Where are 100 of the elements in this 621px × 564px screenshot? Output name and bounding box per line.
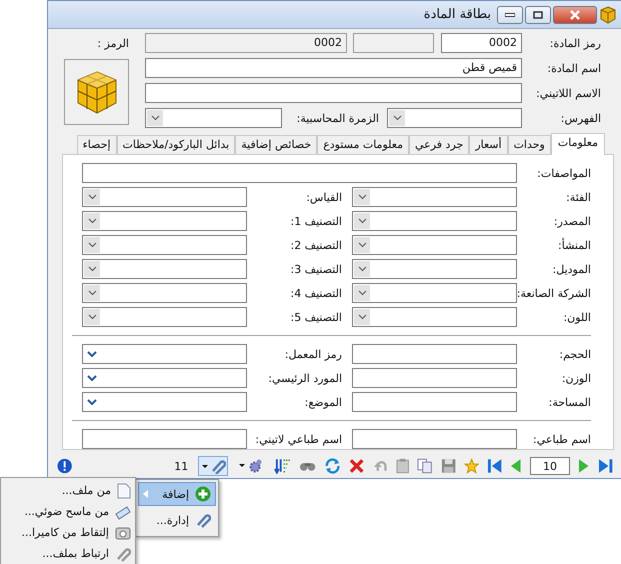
tab[interactable]: وحدات	[508, 135, 551, 154]
paste-icon[interactable]	[396, 458, 410, 474]
dropdown-button[interactable]	[84, 213, 100, 229]
dropdown-field[interactable]	[82, 283, 247, 303]
dropdown-button[interactable]	[84, 237, 100, 253]
minimize-button[interactable]	[497, 6, 523, 24]
attachment-button[interactable]	[198, 456, 228, 476]
menu-item[interactable]: إضافة	[138, 482, 216, 506]
text-field[interactable]	[82, 429, 247, 449]
tab[interactable]: أسعار	[469, 135, 508, 154]
paperclip-icon	[195, 512, 211, 528]
save-icon[interactable]	[440, 458, 456, 474]
menu-item[interactable]: من ملف...	[5, 480, 131, 501]
latin-name-field[interactable]	[145, 83, 522, 103]
menu-item[interactable]: ارتباط بملف...	[5, 543, 131, 564]
chevron-icon	[87, 375, 97, 382]
tab[interactable]: بدائل الباركود/ملاحظات	[116, 135, 236, 154]
maximize-button[interactable]	[525, 6, 551, 24]
dropdown-field[interactable]	[82, 211, 247, 231]
chevron-icon	[87, 351, 97, 358]
text-field[interactable]	[352, 429, 517, 449]
dropdown-field[interactable]	[352, 211, 517, 231]
text-field[interactable]	[352, 344, 517, 364]
dropdown-button[interactable]	[354, 213, 370, 229]
caret-down-icon	[88, 314, 96, 320]
field-label: رمز المادة:	[548, 36, 602, 50]
camera-icon	[115, 526, 131, 540]
dropdown-button[interactable]	[354, 189, 370, 205]
field-label: المورد الرئيسي:	[267, 372, 343, 384]
dropdown-field[interactable]	[82, 368, 247, 388]
tab[interactable]: خصائص إضافية	[235, 135, 318, 154]
caret-down-icon	[88, 266, 96, 272]
menu-item[interactable]: من ماسح ضوئي...	[5, 501, 131, 522]
dropdown-button[interactable]	[354, 285, 370, 301]
caret-down-icon	[358, 218, 366, 224]
next-icon[interactable]	[578, 458, 590, 474]
info-icon[interactable]	[57, 458, 72, 474]
caret-down-icon	[150, 115, 160, 121]
caret-down-icon	[358, 242, 366, 248]
dropdown-button[interactable]	[84, 285, 100, 301]
document-icon	[117, 482, 131, 498]
index-dropdown[interactable]	[387, 108, 522, 128]
dropdown-field[interactable]	[82, 259, 247, 279]
previous-icon[interactable]	[510, 458, 522, 474]
tab[interactable]: معلومات مستودع	[317, 135, 409, 154]
dropdown-button[interactable]	[354, 261, 370, 277]
dropdown-field[interactable]	[82, 187, 247, 207]
dropdown-button[interactable]	[354, 309, 370, 325]
dropdown-field[interactable]	[82, 307, 247, 327]
copy-icon[interactable]	[417, 458, 433, 474]
refresh-icon[interactable]	[324, 458, 342, 474]
field-label: التصنيف 2:	[289, 238, 343, 252]
menu-item[interactable]: إدارة...	[138, 508, 216, 532]
close-button[interactable]	[553, 6, 597, 24]
first-record-icon[interactable]	[487, 458, 502, 474]
field-label: المصدر:	[552, 214, 591, 228]
binoculars-icon[interactable]	[298, 460, 316, 472]
dropdown-field[interactable]	[82, 344, 247, 364]
add-icon	[195, 486, 211, 502]
sort-icon[interactable]	[274, 458, 291, 474]
text-field[interactable]	[352, 368, 517, 388]
dropdown-button[interactable]	[354, 237, 370, 253]
field-label: التصنيف 1:	[289, 214, 343, 228]
dropdown-button[interactable]	[84, 309, 100, 325]
tab[interactable]: إحصاء	[76, 135, 117, 154]
window-title: بطاقة المادة	[422, 7, 492, 22]
dropdown-field[interactable]	[352, 283, 517, 303]
record-number-field[interactable]: 10	[530, 457, 570, 475]
code-field[interactable]: 0002	[441, 33, 522, 53]
dropdown-field[interactable]	[352, 307, 517, 327]
tab[interactable]: جرد فرعي	[408, 135, 470, 154]
dropdown-button[interactable]	[147, 110, 163, 126]
dropdown-field[interactable]	[82, 392, 247, 412]
field-label: اسم المادة:	[546, 62, 602, 74]
dropdown-field[interactable]	[82, 235, 247, 255]
caret-down-icon	[88, 290, 96, 296]
image-frame[interactable]	[64, 59, 129, 125]
attachment-count: 11	[174, 460, 190, 472]
field-label: المساحة:	[548, 396, 591, 408]
account-group-dropdown[interactable]	[145, 108, 282, 128]
minimize-icon	[505, 12, 515, 16]
dropdown-button[interactable]	[84, 189, 100, 205]
chevron-icon	[87, 399, 97, 406]
dropdown-field[interactable]	[352, 235, 517, 255]
field-label: الرمز :	[97, 36, 129, 50]
cube-icon	[599, 6, 617, 24]
menu-item[interactable]: إلتقاط من كاميرا...	[5, 522, 131, 543]
name-field[interactable]: قميص قطن	[145, 58, 522, 78]
dropdown-field[interactable]	[352, 259, 517, 279]
delete-icon[interactable]	[349, 458, 365, 474]
dropdown-field[interactable]	[352, 187, 517, 207]
text-field[interactable]	[352, 392, 517, 412]
dropdown-button[interactable]	[84, 261, 100, 277]
field-label: الفهرس:	[560, 112, 602, 124]
star-icon[interactable]	[464, 458, 480, 474]
last-record-icon[interactable]	[598, 458, 613, 474]
description-field[interactable]	[82, 163, 517, 183]
field-label: اسم طباعي لاتيني:	[254, 432, 343, 446]
tab[interactable]: معلومات	[550, 133, 605, 155]
dropdown-button[interactable]	[389, 110, 405, 126]
